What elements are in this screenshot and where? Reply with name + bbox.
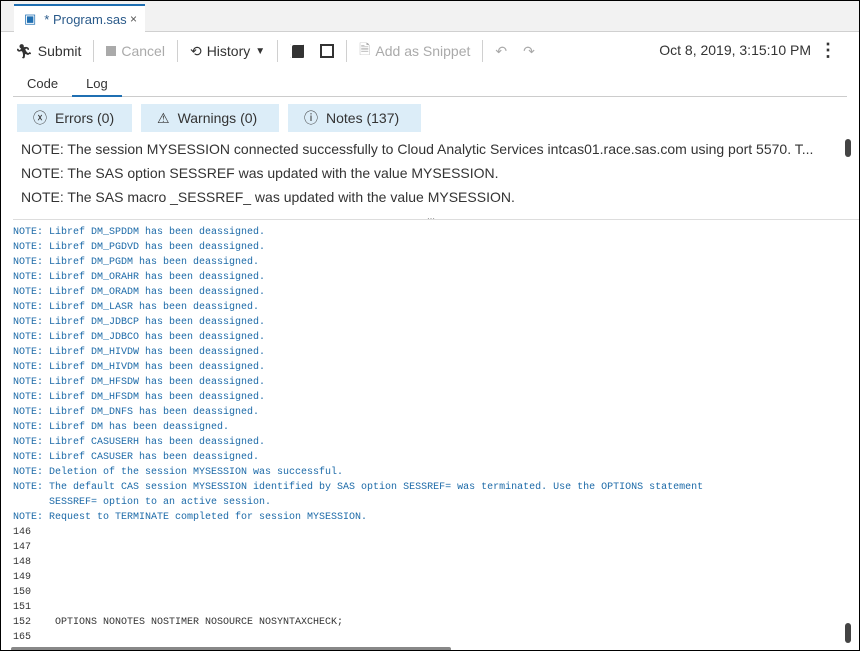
sas-studio-window: ▣ * Program.sas × 🏃︎ Submit Cancel ⟲ Histo… (0, 0, 860, 651)
save-as-icon (320, 44, 335, 58)
snippet-icon: 🗎︎ (359, 41, 371, 57)
log-line: 149 (13, 572, 32, 583)
close-tab-icon[interactable]: × (130, 12, 137, 26)
splitter-grip-icon[interactable]: ⋯ (427, 214, 435, 223)
log-line: NOTE: Libref DM_ORADM has been deassigne… (13, 287, 266, 298)
save-icon (290, 44, 305, 58)
pane-splitter[interactable] (13, 219, 859, 220)
log-horizontal-scrollbar[interactable] (11, 647, 451, 650)
undo-icon: ↶ (495, 42, 508, 59)
history-label: History (206, 43, 251, 59)
log-line: NOTE: The default CAS session MYSESSION … (13, 482, 704, 493)
add-as-snippet-button[interactable]: 🗎︎ Add as Snippet (351, 39, 478, 63)
log-output: NOTE: Libref DM_SPDDM has been deassigne… (13, 225, 843, 645)
warning-triangle-icon: ⚠︎ (157, 109, 170, 126)
tab-log[interactable]: Log (72, 73, 122, 97)
divider (176, 40, 178, 62)
log-line: NOTE: Request to TERMINATE completed for… (13, 512, 368, 523)
tab-code[interactable]: Code (13, 73, 72, 96)
log-line: NOTE: Libref DM_PGDM has been deassigned… (13, 257, 260, 268)
notes-label: Notes (137) (326, 110, 400, 126)
submit-button[interactable]: 🏃︎ Submit (1, 43, 89, 60)
tab-title: * Program.sas (44, 11, 127, 27)
summary-scrollbar[interactable] (845, 139, 851, 157)
summary-line: NOTE: The session MYSESSION connected su… (21, 141, 814, 157)
log-line: 148 (13, 557, 32, 568)
log-line: NOTE: Libref DM_HIVDW has been deassigne… (13, 347, 266, 358)
save-button[interactable] (282, 44, 312, 58)
log-line: NOTE: Deletion of the session MYSESSION … (13, 467, 344, 478)
program-file-icon: ▣ (24, 11, 37, 26)
log-line: 152 OPTIONS NONOTES NOSTIMER NOSOURCE NO… (13, 617, 344, 628)
divider (346, 40, 348, 62)
cancel-label: Cancel (121, 43, 165, 59)
divider (277, 40, 279, 62)
toolbar: 🏃︎ Submit Cancel ⟲ History ▼ 🗎︎ Add as Snipp… (1, 33, 859, 69)
redo-button[interactable]: ↷ (515, 43, 543, 60)
log-filters: ⓧ Errors (0) ⚠︎ Warnings (0) ⓘ Notes (137) (17, 104, 421, 132)
notes-filter-button[interactable]: ⓘ Notes (137) (288, 104, 421, 132)
cancel-button[interactable]: Cancel (98, 43, 173, 59)
log-line: NOTE: Libref DM_JDBCO has been deassigne… (13, 332, 266, 343)
log-line: 150 (13, 587, 32, 598)
tab-program-sas[interactable]: ▣ * Program.sas × (14, 4, 145, 32)
subtabs: Code Log (13, 73, 847, 97)
errors-label: Errors (0) (55, 110, 115, 126)
caret-down-icon: ▼ (255, 45, 266, 57)
tab-bar: ▣ * Program.sas × (1, 1, 859, 32)
summary-line: NOTE: The SAS macro _SESSREF_ was update… (21, 189, 515, 205)
history-button[interactable]: ⟲ History ▼ (182, 43, 273, 60)
save-as-button[interactable] (312, 44, 342, 58)
submit-label: Submit (37, 43, 82, 59)
info-circle-icon: ⓘ (304, 110, 318, 126)
log-line: NOTE: Libref DM_HIVDM has been deassigne… (13, 362, 266, 373)
divider (93, 40, 95, 62)
more-options-icon[interactable]: ⋮ (819, 41, 837, 59)
timestamp: Oct 8, 2019, 3:15:10 PM (659, 42, 811, 58)
errors-filter-button[interactable]: ⓧ Errors (0) (17, 104, 132, 132)
history-icon: ⟲ (189, 42, 202, 59)
log-line: 151 (13, 602, 32, 613)
log-line: NOTE: Libref DM_HFSDM has been deassigne… (13, 392, 266, 403)
redo-icon: ↷ (523, 42, 535, 59)
log-line: NOTE: Libref DM_HFSDW has been deassigne… (13, 377, 266, 388)
add-snippet-label: Add as Snippet (375, 43, 471, 59)
summary-line: NOTE: The SAS option SESSREF was updated… (21, 165, 499, 181)
log-line: NOTE: Libref CASUSERH has been deassigne… (13, 437, 266, 448)
log-line: NOTE: Libref CASUSER has been deassigned… (13, 452, 260, 463)
divider (482, 40, 484, 62)
log-line: SESSREF= option to an active session. (13, 497, 272, 508)
error-circle-icon: ⓧ (33, 110, 47, 126)
warnings-filter-button[interactable]: ⚠︎ Warnings (0) (141, 104, 279, 132)
log-summary: NOTE: The session MYSESSION connected su… (21, 137, 821, 209)
log-vertical-scrollbar[interactable] (845, 623, 851, 643)
undo-button[interactable]: ↶ (487, 43, 515, 60)
log-line: NOTE: Libref DM_SPDDM has been deassigne… (13, 227, 266, 238)
stop-icon (106, 46, 117, 56)
run-icon: 🏃︎ (15, 42, 33, 59)
log-line: NOTE: Libref DM_ORAHR has been deassigne… (13, 272, 266, 283)
log-line: NOTE: Libref DM_JDBCP has been deassigne… (13, 317, 266, 328)
log-line: 146 (13, 527, 32, 538)
log-line: 165 (13, 632, 32, 643)
warnings-label: Warnings (0) (177, 110, 258, 126)
log-line: 147 (13, 542, 32, 553)
log-line: NOTE: Libref DM_DNFS has been deassigned… (13, 407, 260, 418)
log-line: NOTE: Libref DM_PGDVD has been deassigne… (13, 242, 266, 253)
log-line: NOTE: Libref DM has been deassigned. (13, 422, 230, 433)
log-line: NOTE: Libref DM_LASR has been deassigned… (13, 302, 260, 313)
